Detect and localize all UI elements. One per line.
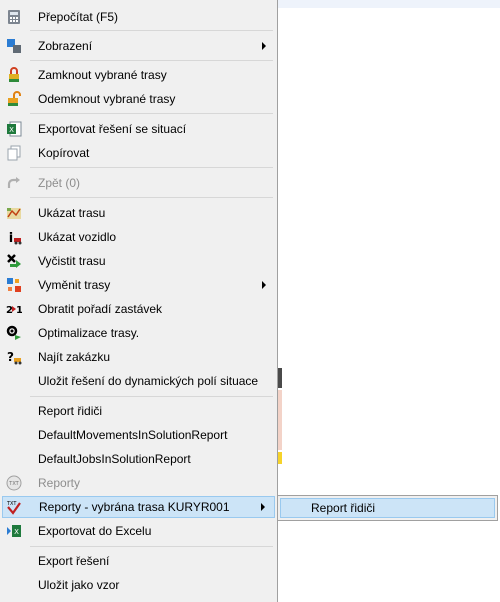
copy-icon [7,145,21,161]
menu-item-label: Export řešení [38,554,110,568]
submenu-item-driver-report[interactable]: Report řidiči [280,498,495,518]
vehicle-info-icon: i [9,231,22,245]
menu-item-default-movements-report[interactable]: DefaultMovementsInSolutionReport [2,424,275,446]
menu-item-label: Report řidiči [38,404,103,418]
svg-text:2: 2 [6,305,13,316]
menu-item-reports-selected-route[interactable]: TXT Reporty - vybrána trasa KURYR001 [2,496,275,518]
background-stripe-pink [278,390,282,450]
submenu-arrow-icon [262,42,266,50]
menu-item-find-job[interactable]: ? Najít zakázku [2,346,275,368]
excel-icon: X [7,525,21,537]
menu-item-clear-route[interactable]: Vyčistit trasu [2,250,275,272]
menu-item-view[interactable]: Zobrazení [2,35,275,57]
svg-text:?: ? [7,350,14,364]
menu-item-label: Zamknout vybrané trasy [38,68,167,82]
menu-item-label: Reporty - vybrána trasa KURYR001 [39,500,230,514]
menu-item-undo[interactable]: Zpět (0) [2,172,275,194]
calculator-icon [8,10,20,24]
txt-report-icon: TXT [6,501,21,515]
route-map-icon [7,208,21,219]
excel-export-icon: X [7,121,22,137]
menu-item-label: Optimalizace trasy. [38,326,140,340]
menu-item-label: Ukázat vozidlo [38,230,117,244]
menu-item-label: DefaultJobsInSolutionReport [38,452,191,466]
menu-item-label: Uložit jako vzor [38,578,120,592]
redo-icon [7,177,20,188]
svg-text:i: i [9,231,13,245]
menu-item-unlock-routes[interactable]: Odemknout vybrané trasy [2,88,275,110]
menu-item-label: Odemknout vybrané trasy [38,92,176,106]
menu-item-driver-report[interactable]: Report řidiči [2,400,275,422]
menu-item-label: Zobrazení [38,39,93,53]
submenu-arrow-icon [262,281,266,289]
txt-icon: TXT [6,475,22,491]
background-stripe-gray [278,368,282,388]
menu-item-export-solution[interactable]: Export řešení [2,550,275,572]
unlock-icon [8,91,21,106]
reports-submenu: Report řidiči [277,495,498,521]
menu-item-label: Kopírovat [38,146,90,160]
menu-item-copy[interactable]: Kopírovat [2,142,275,164]
menu-separator [30,197,273,198]
menu-item-show-route[interactable]: Ukázat trasu [2,202,275,224]
svg-text:TXT: TXT [6,501,17,507]
menu-item-label: Reporty [38,476,81,490]
menu-item-swap-routes[interactable]: Vyměnit trasy [2,274,275,296]
view-icon [7,39,21,53]
svg-text:1: 1 [16,305,22,316]
menu-item-default-jobs-report[interactable]: DefaultJobsInSolutionReport [2,448,275,470]
menu-separator [30,60,273,61]
menu-item-show-vehicle[interactable]: i Ukázat vozidlo [2,226,275,248]
background-panel-top [278,0,500,8]
menu-item-label: Najít zakázku [38,350,111,364]
menu-item-label: Obratit pořadí zastávek [38,302,163,316]
menu-item-label: Vyčistit trasu [38,254,106,268]
menu-item-optimize-route[interactable]: Optimalizace trasy. [2,322,275,344]
submenu-arrow-icon [261,503,265,511]
menu-item-label: Zpět (0) [38,176,81,190]
menu-item-label: Vyměnit trasy [38,278,111,292]
background-stripe-yellow [278,452,282,464]
reverse-order-icon: 2 1 [6,305,22,316]
menu-separator [30,396,273,397]
lock-icon [9,67,19,82]
menu-item-label: Uložit řešení do dynamických polí situac… [38,374,259,388]
svg-text:X: X [9,126,14,134]
optimize-icon [6,325,21,340]
menu-item-label: DefaultMovementsInSolutionReport [38,428,228,442]
menu-separator [30,30,273,31]
svg-text:TXT: TXT [8,481,19,487]
menu-item-lock-routes[interactable]: Zamknout vybrané trasy [2,64,275,86]
swap-routes-icon [7,278,21,292]
menu-item-save-as-template[interactable]: Uložit jako vzor [2,574,275,596]
menu-item-recalculate[interactable]: Přepočítat (F5) [2,6,275,28]
menu-item-label: Exportovat do Excelu [38,524,152,538]
menu-separator [30,546,273,547]
find-job-icon: ? [7,350,22,365]
menu-item-label: Přepočítat (F5) [38,10,119,24]
clear-route-icon [7,254,21,268]
svg-text:X: X [14,528,19,536]
submenu-item-label: Report řidiči [311,501,376,515]
menu-item-label: Exportovat řešení se situací [38,122,187,136]
menu-item-label: Ukázat trasu [38,206,106,220]
menu-item-reports[interactable]: TXT Reporty [2,472,275,494]
menu-separator [30,167,273,168]
context-menu: Přepočítat (F5) Zobrazení Zamknout vybra… [0,0,278,602]
menu-item-export-solution-situation[interactable]: X Exportovat řešení se situací [2,118,275,140]
menu-separator [30,113,273,114]
menu-item-reverse-stops[interactable]: 2 1 Obratit pořadí zastávek [2,298,275,320]
menu-item-save-solution-dynamic-fields[interactable]: Uložit řešení do dynamických polí situac… [2,370,275,392]
menu-item-export-excel[interactable]: X Exportovat do Excelu [2,520,275,542]
